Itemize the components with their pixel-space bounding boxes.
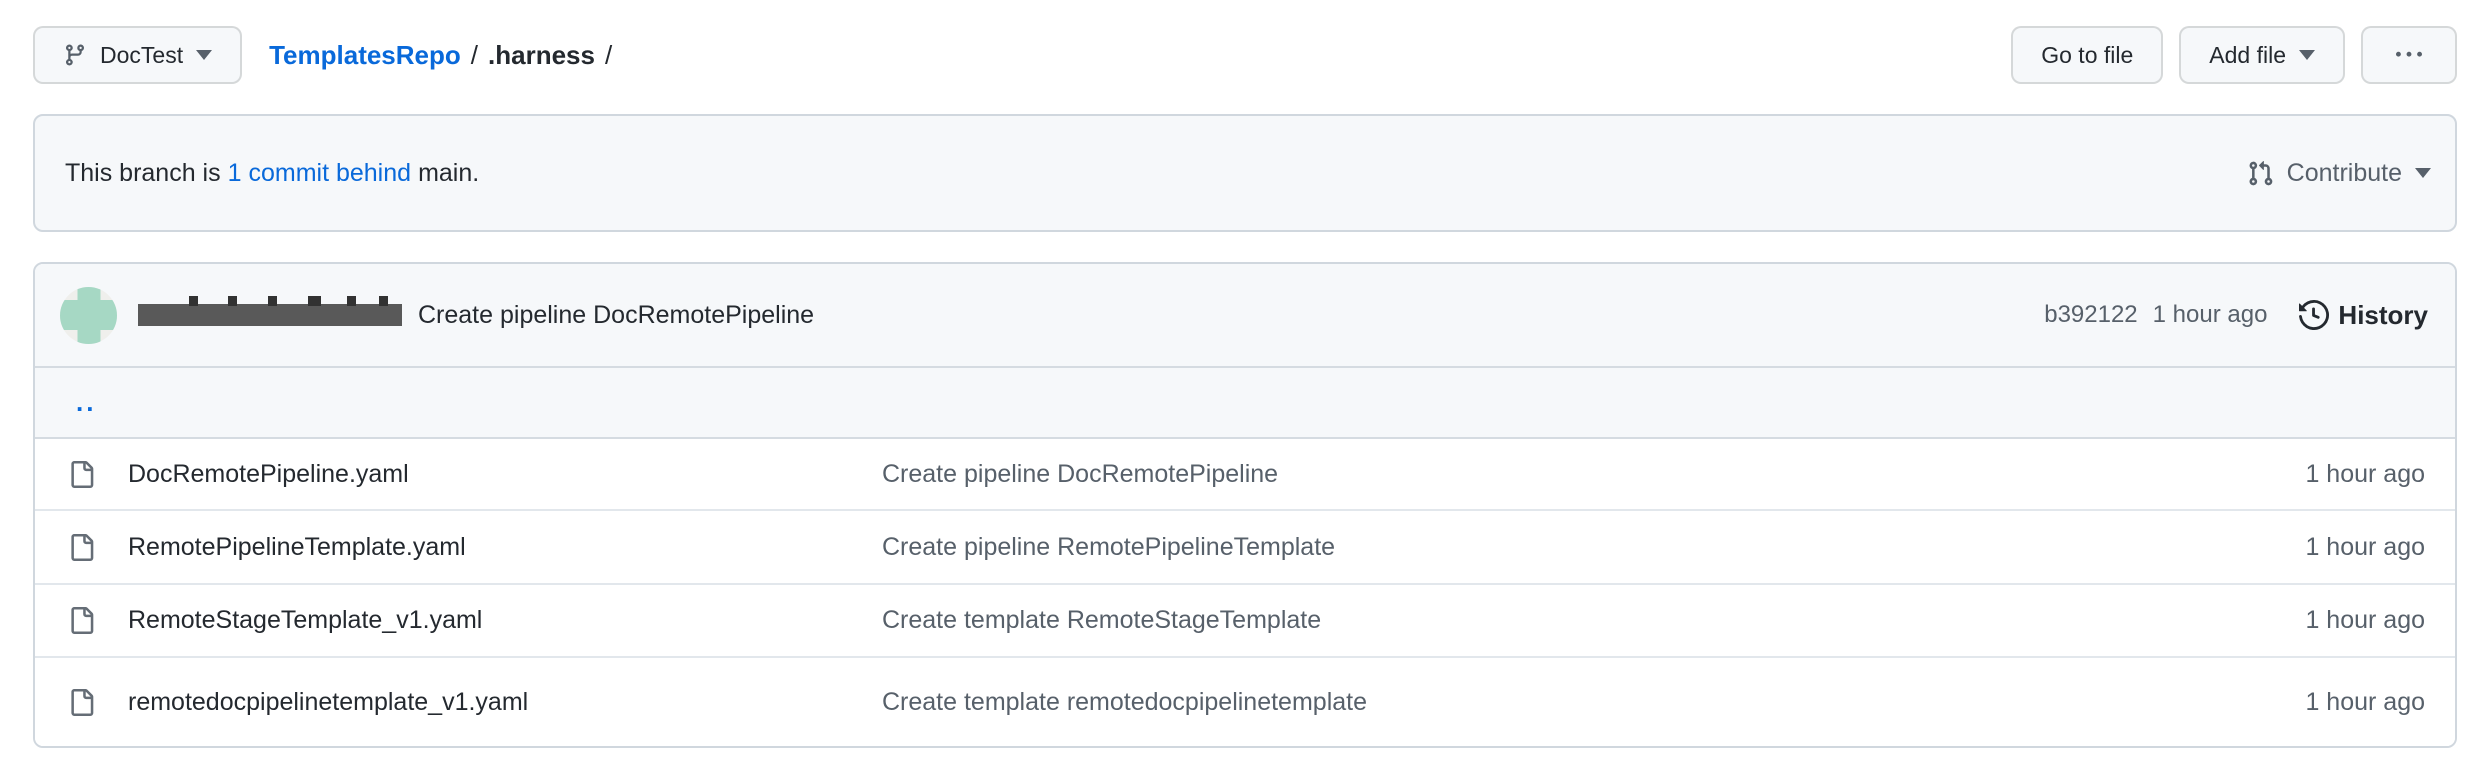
branch-status-banner: This branch is1 commit behindmain. Contr… xyxy=(33,114,2457,232)
file-icon-cell xyxy=(35,461,128,488)
file-icon xyxy=(68,534,95,561)
branch-selector-button[interactable]: DocTest xyxy=(33,26,242,84)
file-age: 1 hour ago xyxy=(2305,688,2455,717)
file-commit-message-link[interactable]: Create template remotedocpipelinetemplat… xyxy=(882,688,2305,717)
history-button[interactable]: History xyxy=(2299,300,2428,331)
banner-text-suffix: main. xyxy=(418,159,479,187)
caret-down-icon xyxy=(196,50,212,60)
file-icon-cell xyxy=(35,607,128,634)
breadcrumb-repo-link[interactable]: TemplatesRepo xyxy=(269,40,461,71)
history-clock-icon xyxy=(2299,300,2329,330)
file-browser: Create pipeline DocRemotePipeline b39212… xyxy=(33,262,2457,748)
committer-avatar[interactable] xyxy=(60,287,117,344)
file-icon xyxy=(68,689,95,716)
file-icon-cell xyxy=(35,534,128,561)
toolbar-actions: Go to file Add file xyxy=(2011,26,2457,84)
file-age: 1 hour ago xyxy=(2305,606,2455,635)
commit-hash-link[interactable]: b392122 xyxy=(2044,301,2137,329)
breadcrumb-current-dir: .harness xyxy=(488,40,595,71)
file-icon xyxy=(68,607,95,634)
history-label: History xyxy=(2338,300,2428,331)
file-commit-message-link[interactable]: Create pipeline RemotePipelineTemplate xyxy=(882,533,2305,562)
caret-down-icon xyxy=(2299,50,2315,60)
file-name-link[interactable]: DocRemotePipeline.yaml xyxy=(128,460,882,489)
commit-time: 1 hour ago xyxy=(2153,301,2268,329)
branch-status-text: This branch is1 commit behindmain. xyxy=(65,159,479,188)
file-row: RemotePipelineTemplate.yaml Create pipel… xyxy=(35,511,2455,585)
file-row: remotedocpipelinetemplate_v1.yaml Create… xyxy=(35,658,2455,746)
go-to-file-label: Go to file xyxy=(2041,42,2133,69)
commits-behind-link[interactable]: 1 commit behind xyxy=(228,159,411,187)
repo-toolbar: DocTest TemplatesRepo / .harness / Go to… xyxy=(33,26,2457,84)
latest-commit-message-link[interactable]: Create pipeline DocRemotePipeline xyxy=(418,301,814,330)
file-commit-message-link[interactable]: Create pipeline DocRemotePipeline xyxy=(882,460,2305,489)
file-name-link[interactable]: remotedocpipelinetemplate_v1.yaml xyxy=(128,688,882,717)
banner-text-prefix: This branch is xyxy=(65,159,221,187)
breadcrumb-separator: / xyxy=(471,40,478,71)
kebab-icon xyxy=(2396,42,2422,68)
avatar-plus-shape xyxy=(60,300,117,330)
file-name-link[interactable]: RemotePipelineTemplate.yaml xyxy=(128,533,882,562)
parent-directory-link[interactable]: .. xyxy=(76,395,96,411)
add-file-button[interactable]: Add file xyxy=(2179,26,2345,84)
file-name-link[interactable]: RemoteStageTemplate_v1.yaml xyxy=(128,606,882,635)
file-age: 1 hour ago xyxy=(2305,460,2455,489)
contribute-label: Contribute xyxy=(2287,159,2402,188)
caret-down-icon xyxy=(2415,168,2431,178)
add-file-label: Add file xyxy=(2209,42,2286,69)
git-pull-request-icon xyxy=(2247,160,2274,187)
contribute-button[interactable]: Contribute xyxy=(2247,159,2431,188)
breadcrumb-separator: / xyxy=(605,40,612,71)
branch-name-label: DocTest xyxy=(100,42,183,69)
git-branch-icon xyxy=(63,43,87,67)
file-icon xyxy=(68,461,95,488)
parent-directory-row[interactable]: .. xyxy=(35,368,2455,439)
file-row: DocRemotePipeline.yaml Create pipeline D… xyxy=(35,439,2455,511)
repo-code-page: DocTest TemplatesRepo / .harness / Go to… xyxy=(0,26,2490,764)
file-icon-cell xyxy=(35,689,128,716)
go-to-file-button[interactable]: Go to file xyxy=(2011,26,2163,84)
commit-meta: b392122 1 hour ago History xyxy=(2044,300,2428,331)
file-age: 1 hour ago xyxy=(2305,533,2455,562)
breadcrumb: TemplatesRepo / .harness / xyxy=(269,40,622,71)
file-row: RemoteStageTemplate_v1.yaml Create templ… xyxy=(35,585,2455,658)
latest-commit-header: Create pipeline DocRemotePipeline b39212… xyxy=(35,264,2455,368)
more-options-button[interactable] xyxy=(2361,26,2457,84)
redacted-username xyxy=(138,304,402,326)
file-commit-message-link[interactable]: Create template RemoteStageTemplate xyxy=(882,606,2305,635)
